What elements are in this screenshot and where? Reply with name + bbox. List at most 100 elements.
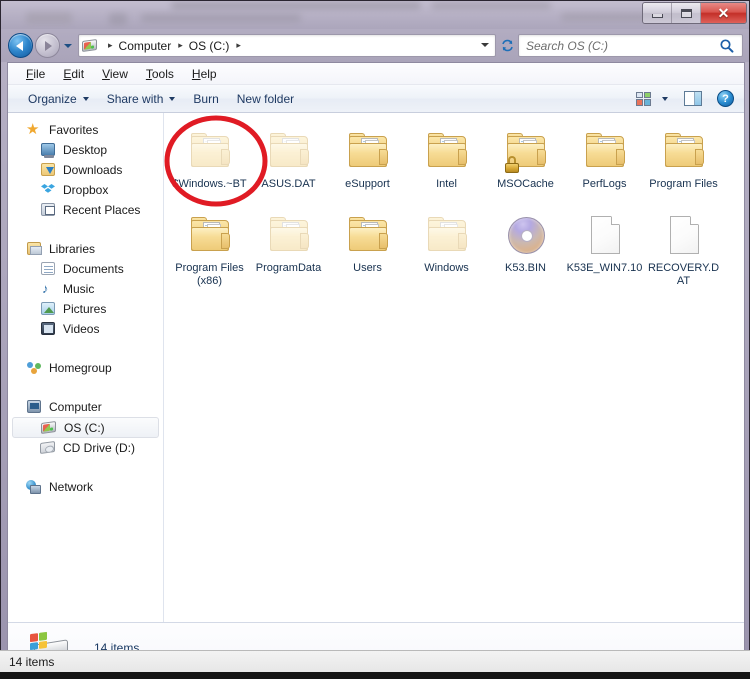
file-item[interactable]: Program Files — [644, 123, 723, 207]
burn-label: Burn — [193, 91, 219, 106]
folder-icon — [423, 127, 471, 175]
computer-icon — [26, 399, 42, 415]
sidebar-label-favorites: Favorites — [49, 123, 99, 137]
minimize-icon — [651, 13, 663, 18]
folder-icon — [265, 211, 313, 259]
sidebar-item-recent-places[interactable]: Recent Places — [8, 200, 163, 220]
back-button[interactable] — [8, 33, 33, 58]
glass-blur-artifact — [141, 14, 301, 22]
sidebar-item-favorites[interactable]: ★ Favorites — [8, 120, 163, 140]
forward-button[interactable] — [35, 33, 60, 58]
sidebar-item-network[interactable]: Network — [8, 477, 163, 497]
file-item[interactable]: eSupport — [328, 123, 407, 207]
file-item[interactable]: ASUS.DAT — [249, 123, 328, 207]
file-item[interactable]: Program Files (x86) — [170, 207, 249, 291]
videos-icon — [40, 321, 56, 337]
sidebar-label-cd-drive-d: CD Drive (D:) — [63, 441, 135, 455]
file-name-label: Users — [353, 262, 382, 274]
file-item[interactable]: Windows — [407, 207, 486, 291]
sidebar-item-music[interactable]: ♪ Music — [8, 279, 163, 299]
sidebar-item-pictures[interactable]: Pictures — [8, 299, 163, 319]
search-input[interactable] — [519, 37, 718, 54]
menu-view-rest: iew — [109, 66, 128, 81]
menu-file-rest: ile — [33, 66, 46, 81]
sidebar-item-documents[interactable]: Documents — [8, 259, 163, 279]
navigation-pane[interactable]: ★ Favorites Desktop Downloads Dropbox Re… — [8, 113, 164, 622]
sidebar-item-downloads[interactable]: Downloads — [8, 160, 163, 180]
sidebar-label-desktop: Desktop — [63, 143, 108, 157]
maximize-button[interactable] — [672, 3, 701, 23]
file-item[interactable]: ProgramData — [249, 207, 328, 291]
sidebar-item-desktop[interactable]: Desktop — [8, 140, 163, 160]
minimize-button[interactable] — [643, 3, 672, 23]
glass-blur-artifact — [431, 2, 551, 9]
organize-button[interactable]: Organize — [19, 89, 98, 109]
breadcrumb-item-os-c[interactable]: OS (C:) — [188, 39, 231, 53]
burn-button[interactable]: Burn — [184, 89, 227, 109]
menu-file[interactable]: File — [17, 65, 54, 83]
menu-view[interactable]: View — [93, 65, 137, 83]
generic-file-icon — [660, 211, 708, 259]
sidebar-item-os-c[interactable]: OS (C:) — [12, 417, 159, 438]
folder-icon — [344, 127, 392, 175]
sidebar-item-homegroup[interactable]: Homegroup — [8, 358, 163, 378]
preview-pane-icon[interactable] — [684, 91, 702, 106]
refresh-button[interactable] — [496, 34, 518, 57]
chevron-down-icon — [82, 96, 89, 101]
search-box[interactable] — [518, 34, 743, 57]
file-item[interactable]: MSOCache — [486, 123, 565, 207]
file-item[interactable]: $Windows.~BT — [170, 123, 249, 207]
nav-section-libraries: Libraries Documents ♪ Music Pictures Vid… — [8, 239, 163, 339]
chevron-down-icon — [169, 96, 176, 101]
file-name-label: K53.BIN — [505, 262, 546, 274]
breadcrumb-separator-2[interactable]: ▸ — [236, 40, 241, 51]
drive-icon — [82, 38, 98, 54]
nav-section-computer: Computer OS (C:) CD Drive (D:) — [8, 397, 163, 458]
search-icon[interactable] — [718, 38, 736, 54]
file-item[interactable]: RECOVERY.DAT — [644, 207, 723, 291]
help-icon: ? — [722, 92, 729, 105]
maximize-icon — [680, 8, 692, 18]
menu-tools-rest: ools — [151, 66, 174, 81]
glass-blur-artifact — [171, 2, 421, 9]
file-item[interactable]: PerfLogs — [565, 123, 644, 207]
breadcrumb[interactable]: ▸ Computer ▸ OS (C:) ▸ — [78, 34, 496, 57]
sidebar-item-computer[interactable]: Computer — [8, 397, 163, 417]
explorer-window: ✕ ▸ Computer ▸ OS (C:) ▸ Search OS (C:) … — [0, 0, 750, 672]
view-layout-icon[interactable] — [636, 91, 651, 106]
help-button[interactable]: ? — [717, 90, 734, 107]
address-dropdown-icon[interactable] — [481, 43, 489, 47]
new-folder-button[interactable]: New folder — [228, 89, 303, 109]
music-icon: ♪ — [42, 281, 49, 296]
nav-section-homegroup: Homegroup — [8, 358, 163, 378]
file-item[interactable]: K53.BIN — [486, 207, 565, 291]
history-dropdown-button[interactable] — [61, 37, 75, 55]
menu-edit[interactable]: Edit — [54, 65, 93, 83]
menu-bar: File Edit View Tools Help — [8, 63, 744, 85]
file-item[interactable]: K53E_WIN7.10 — [565, 207, 644, 291]
view-dropdown-icon[interactable] — [662, 96, 668, 101]
menu-help[interactable]: Help — [183, 65, 226, 83]
sidebar-item-libraries[interactable]: Libraries — [8, 239, 163, 259]
sidebar-label-pictures: Pictures — [63, 302, 107, 316]
share-with-label: Share with — [106, 91, 164, 106]
menu-help-accel: H — [191, 66, 201, 81]
sidebar-item-dropbox[interactable]: Dropbox — [8, 180, 163, 200]
file-item[interactable]: Users — [328, 207, 407, 291]
file-name-label: Windows — [424, 262, 469, 274]
file-list-pane[interactable]: $Windows.~BT ASUS.DAT eSupport Intel MSOCach… — [164, 113, 744, 622]
breadcrumb-item-computer[interactable]: Computer — [118, 39, 173, 53]
close-button[interactable]: ✕ — [701, 3, 746, 23]
sidebar-item-cd-drive-d[interactable]: CD Drive (D:) — [8, 438, 163, 458]
status-bar: 14 items — [0, 650, 750, 672]
title-bar[interactable]: ✕ — [1, 1, 749, 29]
share-with-button[interactable]: Share with — [98, 89, 185, 109]
sidebar-item-videos[interactable]: Videos — [8, 319, 163, 339]
body-split: ★ Favorites Desktop Downloads Dropbox Re… — [8, 113, 744, 622]
menu-tools[interactable]: Tools — [137, 65, 183, 83]
sidebar-label-computer: Computer — [49, 400, 102, 414]
file-item[interactable]: Intel — [407, 123, 486, 207]
star-icon: ★ — [26, 121, 40, 138]
